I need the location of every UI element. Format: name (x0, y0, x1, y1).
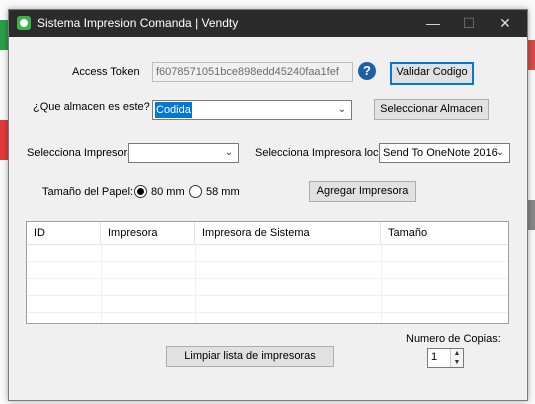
stepper-arrows-icon[interactable]: ▲ ▼ (450, 349, 463, 367)
grid-line (101, 244, 102, 323)
warehouse-select[interactable]: Codida ⌄ (152, 100, 352, 120)
window-title: Sistema Impresion Comanda | Vendty (37, 16, 239, 30)
chevron-down-icon: ⌄ (224, 147, 234, 158)
help-icon[interactable]: ? (358, 62, 376, 80)
grid-line (27, 312, 508, 313)
title-bar[interactable]: Sistema Impresion Comanda | Vendty — ☐ ✕ (9, 10, 527, 37)
desktop-shape (527, 40, 535, 70)
grid-line (27, 261, 508, 262)
printer-label: Selecciona Impresora (27, 147, 134, 159)
printers-table[interactable]: ID Impresora Impresora de Sistema Tamaño (26, 221, 509, 324)
add-printer-button[interactable]: Agregar Impresora (309, 181, 416, 202)
paper-size-label: Tamaño del Papel: (42, 186, 134, 198)
app-icon (17, 16, 31, 30)
select-warehouse-button[interactable]: Seleccionar Almacen (374, 99, 489, 120)
column-header-id[interactable]: ID (27, 222, 101, 244)
table-header: ID Impresora Impresora de Sistema Tamaño (27, 222, 508, 245)
local-printer-select[interactable]: Send To OneNote 2016 ⌄ (379, 143, 510, 163)
copies-stepper[interactable]: 1 ▲ ▼ (427, 348, 464, 368)
warehouse-selected-value: Codida (155, 102, 192, 118)
paper-80mm-radio[interactable] (134, 185, 147, 198)
access-token-field[interactable]: f6078571051bce898edd45240faa1fef (152, 62, 353, 82)
local-printer-selected-value: Send To OneNote 2016 (383, 147, 498, 159)
grid-line (195, 244, 196, 323)
column-header-system-printer[interactable]: Impresora de Sistema (195, 222, 381, 244)
column-header-printer[interactable]: Impresora (101, 222, 195, 244)
access-token-label: Access Token (72, 66, 140, 78)
chevron-down-icon: ⌄ (495, 147, 505, 158)
chevron-down-icon: ⌄ (337, 104, 347, 115)
paper-80mm-label[interactable]: 80 mm (151, 186, 185, 198)
copies-value: 1 (431, 351, 438, 363)
column-header-size[interactable]: Tamaño (381, 222, 508, 244)
paper-58mm-radio[interactable] (189, 185, 202, 198)
minimize-icon[interactable]: — (415, 10, 451, 37)
maximize-icon[interactable]: ☐ (451, 10, 487, 37)
copies-label: Numero de Copias: (406, 333, 501, 345)
clear-printers-button[interactable]: Limpiar lista de impresoras (166, 346, 334, 367)
paper-58mm-label[interactable]: 58 mm (206, 186, 240, 198)
desktop-shape (527, 200, 535, 230)
grid-line (27, 278, 508, 279)
validate-code-button[interactable]: Validar Codigo (390, 62, 474, 85)
app-window: Sistema Impresion Comanda | Vendty — ☐ ✕… (8, 9, 528, 401)
warehouse-label: ¿Que almacen es este? (33, 101, 150, 113)
close-icon[interactable]: ✕ (487, 10, 523, 37)
grid-line (381, 244, 382, 323)
grid-line (27, 295, 508, 296)
printer-select[interactable]: ⌄ (128, 143, 239, 163)
local-printer-label: Selecciona Impresora local (255, 147, 388, 159)
